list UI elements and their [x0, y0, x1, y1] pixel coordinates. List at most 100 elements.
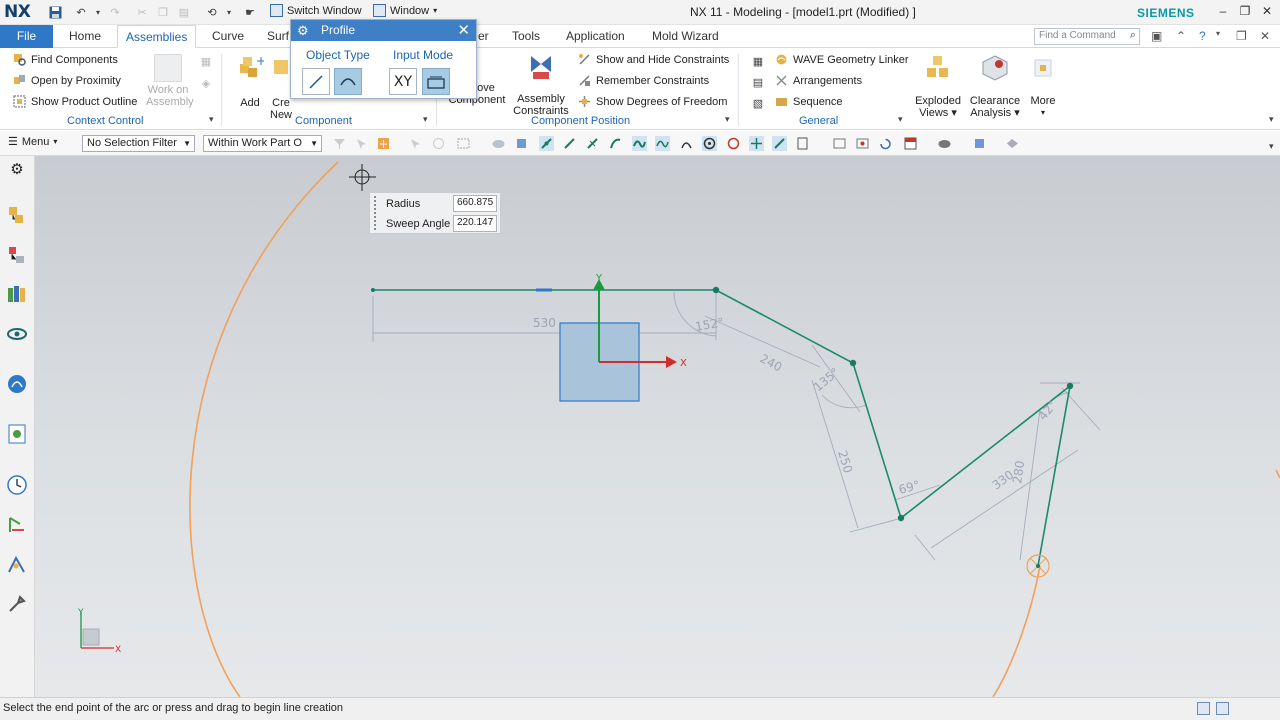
selection-filter-dropdown[interactable]: No Selection Filter ▼: [82, 135, 195, 152]
copy-icon[interactable]: ❐: [155, 4, 171, 20]
tools-icon[interactable]: [6, 593, 28, 615]
system-scene-icon[interactable]: [6, 554, 28, 576]
open-by-proximity-button[interactable]: Open by Proximity: [13, 74, 121, 87]
exploded-views-button[interactable]: Exploded Views ▾: [912, 54, 964, 119]
work-layer-icon[interactable]: [1005, 136, 1020, 151]
undo-icon[interactable]: ↶: [73, 4, 89, 20]
general-dropdown-icon[interactable]: ▾: [898, 114, 903, 125]
more-button[interactable]: More ▾: [1026, 54, 1060, 119]
repeat-dropdown-icon[interactable]: ▾: [221, 4, 237, 20]
cut-icon[interactable]: ✂: [134, 4, 150, 20]
close-icon[interactable]: ✕: [457, 20, 470, 41]
collapse-ribbon-icon[interactable]: ⌃: [1176, 29, 1186, 43]
rectangle-select-icon[interactable]: [456, 136, 471, 151]
dimension-label[interactable]: 250: [835, 449, 855, 475]
toolbar-options-dropdown-icon[interactable]: ▾: [1269, 141, 1274, 152]
tab-file[interactable]: File: [0, 25, 53, 48]
context-icon-2[interactable]: ◈: [198, 75, 214, 91]
touch-mode-icon[interactable]: ☛: [242, 4, 258, 20]
snap-wave-icon[interactable]: [655, 136, 670, 151]
window-menu-button[interactable]: Window ▾: [373, 4, 437, 17]
undo-dropdown-icon[interactable]: ▾: [90, 4, 106, 20]
reuse-library-icon[interactable]: [6, 283, 28, 305]
arc-type-button[interactable]: [334, 68, 362, 95]
assembly-constraints-button[interactable]: Assembly Constraints: [513, 52, 569, 117]
general-icon-3[interactable]: ▧: [750, 95, 766, 111]
doc-restore-icon[interactable]: ❐: [1236, 29, 1247, 43]
fit-view-icon[interactable]: [832, 136, 847, 151]
show-product-outline-button[interactable]: Show Product Outline: [13, 95, 137, 108]
tab-curve[interactable]: Curve: [212, 25, 244, 48]
clock-icon[interactable]: [6, 474, 28, 496]
component-position-dropdown-icon[interactable]: ▾: [725, 114, 730, 125]
status-icon-2[interactable]: [1216, 702, 1229, 715]
dimension-label[interactable]: 240: [758, 351, 785, 374]
ribbon-options-dropdown-icon[interactable]: ▾: [1269, 114, 1274, 125]
help-dropdown-icon[interactable]: ▾: [1216, 29, 1220, 38]
tab-mold-wizard[interactable]: Mold Wizard: [652, 25, 719, 48]
sweep-angle-input[interactable]: 220.147: [453, 215, 497, 232]
zoom-icon[interactable]: [855, 136, 870, 151]
render-style-icon[interactable]: [937, 136, 952, 151]
show-hide-constraints-button[interactable]: Show and Hide Constraints: [578, 53, 729, 66]
settings-icon[interactable]: ⚙: [6, 160, 28, 182]
sequence-button[interactable]: Sequence: [775, 95, 843, 108]
profile-dialog-header[interactable]: ⚙ Profile ✕: [291, 20, 476, 41]
orient-view-icon[interactable]: [903, 136, 918, 151]
switch-window-button[interactable]: Switch Window: [270, 4, 362, 17]
general-icon-2[interactable]: ▤: [750, 74, 766, 90]
arrangements-button[interactable]: Arrangements: [775, 74, 862, 87]
snap-point-on-curve-icon[interactable]: [772, 136, 787, 151]
face-icon[interactable]: [491, 136, 506, 151]
snap-line-icon[interactable]: [562, 136, 577, 151]
find-components-button[interactable]: Find Components: [13, 53, 118, 66]
graphics-window[interactable]: Y X 530 152° 240 135° 250 69° 330 280 42…: [35, 156, 1280, 697]
dimension-label[interactable]: 135°: [811, 365, 842, 394]
snap-icon[interactable]: [376, 136, 391, 151]
restore-icon[interactable]: ❐: [1236, 4, 1254, 20]
context-control-dropdown-icon[interactable]: ▾: [209, 114, 214, 125]
assembly-navigator-icon[interactable]: [6, 204, 28, 226]
snap-quadrant-icon[interactable]: [726, 136, 741, 151]
parameter-mode-button[interactable]: [422, 68, 450, 95]
status-icon-1[interactable]: [1197, 702, 1210, 715]
menu-button[interactable]: ☰ Menu ▾: [8, 135, 57, 149]
dimension-label[interactable]: 280: [1010, 460, 1027, 485]
tab-tools[interactable]: Tools: [512, 25, 540, 48]
gear-icon[interactable]: ⚙: [297, 20, 309, 41]
roles-icon[interactable]: [6, 514, 28, 536]
snap-tangent-icon[interactable]: [679, 136, 694, 151]
snap-center-icon[interactable]: [702, 136, 717, 151]
component-dropdown-icon[interactable]: ▾: [423, 114, 428, 125]
snap-bar-icon[interactable]: [795, 136, 810, 151]
snap-curve-icon[interactable]: [608, 136, 623, 151]
constraint-navigator-icon[interactable]: [6, 244, 28, 266]
filter-icon[interactable]: [332, 136, 347, 151]
tab-render[interactable]: er: [478, 25, 489, 48]
minimize-icon[interactable]: –: [1214, 4, 1232, 20]
view-triad-icon[interactable]: [972, 136, 987, 151]
find-command-input[interactable]: Find a Command ⌕: [1034, 28, 1140, 45]
snap-spline-icon[interactable]: [632, 136, 647, 151]
radius-input[interactable]: 660.875: [453, 195, 497, 212]
sketch-canvas[interactable]: Y X 530 152° 240 135° 250 69° 330 280 42…: [35, 156, 1280, 697]
line-type-button[interactable]: [302, 68, 330, 95]
coordinate-mode-button[interactable]: XY: [389, 68, 417, 95]
pointer-icon[interactable]: [408, 136, 423, 151]
dimension-label[interactable]: 530: [533, 316, 556, 330]
general-icon-1[interactable]: ▦: [750, 53, 766, 69]
dimension-label[interactable]: 69°: [897, 478, 921, 497]
drag-handle[interactable]: [374, 196, 377, 230]
create-new-button[interactable]: Cre New: [270, 54, 292, 121]
wave-geometry-linker-button[interactable]: WAVE Geometry Linker: [775, 53, 909, 66]
show-degrees-of-freedom-button[interactable]: Show Degrees of Freedom: [578, 95, 727, 108]
selection-icon[interactable]: [354, 136, 369, 151]
remember-constraints-button[interactable]: Remember Constraints: [578, 74, 709, 87]
selection-scope-dropdown[interactable]: Within Work Part O ▼: [203, 135, 322, 152]
tab-application[interactable]: Application: [566, 25, 625, 48]
window-list-icon[interactable]: ▣: [1151, 29, 1162, 43]
history-icon[interactable]: [6, 423, 28, 445]
redo-icon[interactable]: ↷: [107, 4, 123, 20]
paste-icon[interactable]: ▤: [176, 4, 192, 20]
snap-endpoint-icon[interactable]: [539, 136, 554, 151]
